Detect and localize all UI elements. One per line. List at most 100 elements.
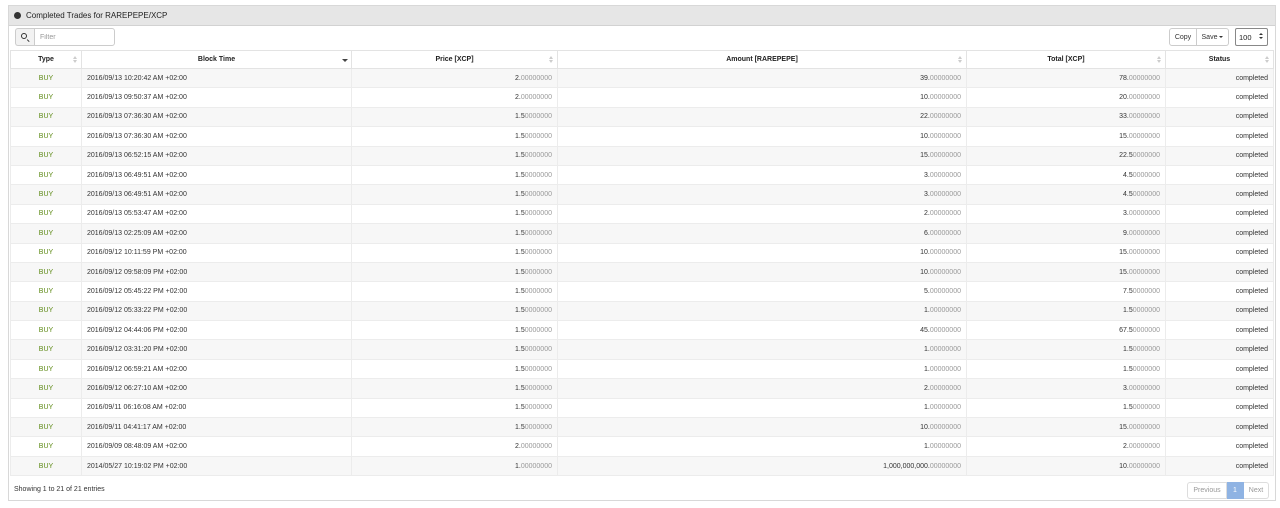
cell-price: 1.50000000 [351, 261, 558, 283]
cell-total: 1.50000000 [966, 397, 1166, 419]
cell-total: 1.50000000 [966, 300, 1166, 322]
cell-type: BUY [10, 203, 82, 225]
cell-block-time: 2016/09/12 05:33:22 PM +02:00 [81, 300, 352, 322]
cell-price: 1.50000000 [351, 281, 558, 302]
cell-price: 1.50000000 [351, 184, 558, 205]
table-row: BUY 2016/09/13 06:49:51 AM +02:00 1.500000… [10, 184, 1274, 205]
cell-price: 1.50000000 [351, 203, 558, 225]
cell-type: BUY [10, 184, 82, 205]
cell-block-time: 2016/09/09 08:48:09 AM +02:00 [81, 436, 352, 457]
col-header-total[interactable]: Total [XCP] [966, 50, 1166, 69]
table-row: BUY 2016/09/13 05:53:47 AM +02:00 1.500000… [10, 203, 1274, 225]
cell-type: BUY [10, 164, 82, 186]
cell-status: completed [1165, 261, 1274, 283]
col-header-block-time[interactable]: Block Time [81, 50, 352, 69]
sort-icon [1157, 56, 1162, 64]
cell-amount: 10.00000000 [557, 261, 967, 283]
cell-status: completed [1165, 126, 1274, 147]
page-size-select[interactable]: 100 [1235, 28, 1268, 46]
cell-status: completed [1165, 339, 1274, 360]
entries-info: Showing 1 to 21 of 21 entries [14, 486, 105, 493]
cell-type: BUY [10, 106, 82, 128]
cell-total: 20.00000000 [966, 87, 1166, 108]
cell-status: completed [1165, 320, 1274, 341]
cell-type: BUY [10, 397, 82, 419]
cell-amount: 3.00000000 [557, 164, 967, 186]
table-toolbar: Copy Save 100 [9, 26, 1275, 50]
col-header-status[interactable]: Status [1165, 50, 1274, 69]
cell-price: 1.50000000 [351, 223, 558, 244]
cell-total: 9.00000000 [966, 223, 1166, 244]
cell-status: completed [1165, 164, 1274, 186]
cell-block-time: 2016/09/13 06:49:51 AM +02:00 [81, 184, 352, 205]
cell-status: completed [1165, 223, 1274, 244]
pagination: Previous 1 Next [1187, 482, 1269, 499]
cell-block-time: 2016/09/12 06:59:21 AM +02:00 [81, 358, 352, 380]
cell-total: 15.00000000 [966, 242, 1166, 263]
cell-block-time: 2016/09/13 05:53:47 AM +02:00 [81, 203, 352, 225]
cell-type: BUY [10, 436, 82, 457]
cell-type: BUY [10, 87, 82, 108]
cell-amount: 2.00000000 [557, 378, 967, 399]
col-header-price[interactable]: Price [XCP] [351, 50, 558, 69]
sort-desc-icon [342, 59, 348, 62]
sort-icon [73, 56, 78, 64]
cell-amount: 10.00000000 [557, 126, 967, 147]
cell-amount: 1.00000000 [557, 436, 967, 457]
cell-status: completed [1165, 184, 1274, 205]
copy-button[interactable]: Copy [1169, 28, 1197, 46]
cell-status: completed [1165, 378, 1274, 399]
cell-price: 1.50000000 [351, 164, 558, 186]
cell-amount: 39.00000000 [557, 67, 967, 89]
cell-total: 2.00000000 [966, 436, 1166, 457]
cell-amount: 3.00000000 [557, 184, 967, 205]
cell-block-time: 2016/09/12 10:11:59 PM +02:00 [81, 242, 352, 263]
cell-block-time: 2016/09/12 03:31:20 PM +02:00 [81, 339, 352, 360]
cell-price: 1.50000000 [351, 242, 558, 263]
sort-icon [958, 56, 963, 64]
cell-block-time: 2016/09/11 04:41:17 AM +02:00 [81, 417, 352, 438]
cell-total: 1.50000000 [966, 339, 1166, 360]
cell-amount: 6.00000000 [557, 223, 967, 244]
cell-block-time: 2016/09/12 09:58:09 PM +02:00 [81, 261, 352, 283]
caret-down-icon [1219, 36, 1224, 38]
table-row: BUY 2016/09/11 04:41:17 AM +02:00 1.500000… [10, 417, 1274, 438]
cell-amount: 5.00000000 [557, 281, 967, 302]
search-button[interactable] [15, 28, 34, 46]
cell-status: completed [1165, 106, 1274, 128]
cell-status: completed [1165, 242, 1274, 263]
save-button[interactable]: Save [1197, 28, 1229, 46]
cell-total: 10.00000000 [966, 455, 1166, 477]
col-header-type[interactable]: Type [10, 50, 82, 69]
table-footer: Showing 1 to 21 of 21 entries Previous 1… [9, 479, 1275, 501]
cell-block-time: 2014/05/27 10:19:02 PM +02:00 [81, 455, 352, 477]
cell-block-time: 2016/09/13 06:52:15 AM +02:00 [81, 145, 352, 166]
cell-total: 33.00000000 [966, 106, 1166, 128]
cell-price: 1.50000000 [351, 358, 558, 380]
cell-amount: 1,000,000,000.00000000 [557, 455, 967, 477]
cell-total: 7.50000000 [966, 281, 1166, 302]
cell-status: completed [1165, 455, 1274, 477]
cell-total: 67.50000000 [966, 320, 1166, 341]
cell-block-time: 2016/09/13 07:36:30 AM +02:00 [81, 126, 352, 147]
table-body: BUY 2016/09/13 10:20:42 AM +02:00 2.000000… [10, 67, 1274, 477]
table-row: BUY 2016/09/11 06:16:08 AM +02:00 1.500000… [10, 397, 1274, 419]
page-1-button[interactable]: 1 [1227, 482, 1244, 499]
cell-type: BUY [10, 320, 82, 341]
cell-block-time: 2016/09/13 02:25:09 AM +02:00 [81, 223, 352, 244]
cell-amount: 1.00000000 [557, 300, 967, 322]
table-row: BUY 2016/09/13 02:25:09 AM +02:00 1.500000… [10, 223, 1274, 244]
table-row: BUY 2016/09/12 09:58:09 PM +02:00 1.500000… [10, 261, 1274, 283]
table-row: BUY 2016/09/12 03:31:20 PM +02:00 1.500000… [10, 339, 1274, 360]
cell-amount: 2.00000000 [557, 203, 967, 225]
filter-input[interactable] [34, 28, 115, 46]
col-header-amount[interactable]: Amount [RAREPEPE] [557, 50, 967, 69]
cell-amount: 45.00000000 [557, 320, 967, 341]
filter-group [15, 28, 115, 46]
cell-amount: 10.00000000 [557, 242, 967, 263]
next-page-button[interactable]: Next [1244, 482, 1269, 499]
cell-type: BUY [10, 417, 82, 438]
previous-page-button[interactable]: Previous [1187, 482, 1227, 499]
cell-status: completed [1165, 87, 1274, 108]
cell-amount: 10.00000000 [557, 87, 967, 108]
